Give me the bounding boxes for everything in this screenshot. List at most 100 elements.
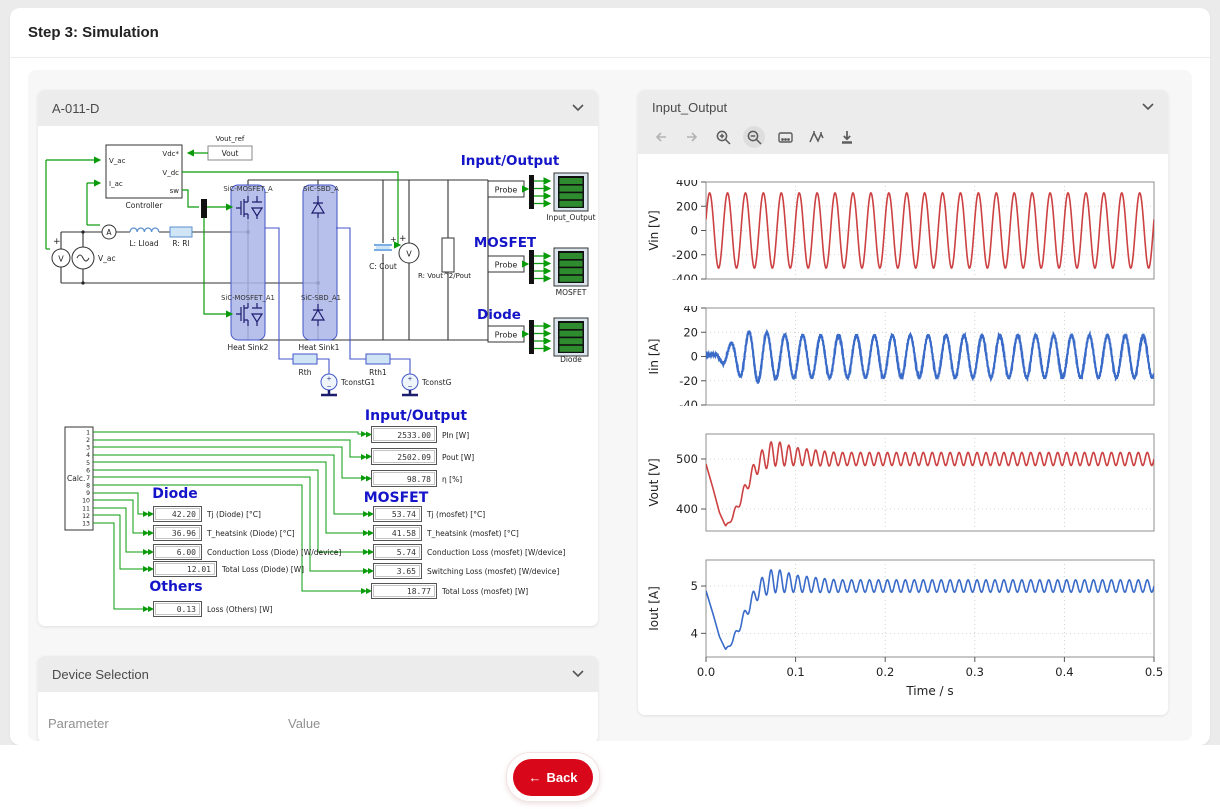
svg-text:4: 4: [691, 626, 698, 640]
svg-text:T_heatsink (mosfet) [°C]: T_heatsink (mosfet) [°C]: [426, 529, 519, 538]
content-area: A-011-D: [28, 70, 1192, 741]
zoom-in-icon[interactable]: [712, 126, 734, 148]
forward-arrow-icon[interactable]: [681, 126, 703, 148]
ac-source: V_ac: [72, 247, 116, 269]
scope-panel: Input_Output 4002000-200-400Vin [V]40200…: [638, 90, 1168, 715]
cap-label: C: Cout: [369, 262, 397, 271]
inductor-symbol: [130, 228, 159, 232]
svg-text:Iout [A]: Iout [A]: [647, 586, 661, 631]
svg-text:V: V: [58, 255, 64, 264]
svg-text:2: 2: [86, 437, 90, 444]
svg-text:8: 8: [86, 483, 90, 490]
gate-splitter: [201, 199, 207, 218]
back-arrow-glyph: ←: [528, 770, 541, 785]
device-selection-header[interactable]: Device Selection: [38, 656, 598, 692]
main-card: Step 3: Simulation A-011-D: [10, 8, 1210, 745]
svg-text:0.4: 0.4: [1055, 665, 1073, 679]
svg-text:98.78: 98.78: [407, 475, 431, 484]
svg-text:9: 9: [86, 490, 90, 497]
svg-text:Probe: Probe: [495, 186, 518, 195]
sense-wires: [46, 153, 400, 314]
zoom-out-icon[interactable]: [743, 126, 765, 148]
schematic-panel: A-011-D: [38, 90, 598, 626]
svg-text:+: +: [399, 234, 407, 244]
rth-label: Rth: [299, 368, 312, 377]
svg-text:Tj (mosfet) [°C]: Tj (mosfet) [°C]: [426, 510, 485, 519]
svg-text:13: 13: [82, 520, 90, 527]
svg-text:−: −: [407, 384, 412, 391]
svg-text:MOSFET: MOSFET: [556, 288, 587, 297]
sbd-a1-label: SiC-SBD_A1: [301, 294, 341, 302]
vout-ref-label: Vout_ref: [216, 135, 245, 143]
svg-text:Diode: Diode: [152, 486, 198, 502]
chevron-down-icon[interactable]: [572, 670, 584, 678]
heat-sink2-label: Heat Sink2: [228, 343, 269, 352]
svg-text:0.3: 0.3: [966, 665, 984, 679]
svg-text:0.0: 0.0: [697, 665, 715, 679]
scope-toolbar: [638, 124, 1168, 154]
back-arrow-icon[interactable]: [650, 126, 672, 148]
chart-vout: 500400Vout [V]: [644, 432, 1168, 537]
svg-text:Input/Output: Input/Output: [365, 408, 468, 424]
schematic-panel-header[interactable]: A-011-D: [38, 90, 598, 126]
column-parameter: Parameter: [48, 716, 288, 731]
signal-trace-icon[interactable]: [805, 126, 827, 148]
svg-text:Others: Others: [149, 579, 202, 595]
svg-text:Input_Output: Input_Output: [546, 213, 595, 222]
back-button-label: Back: [546, 770, 577, 785]
svg-text:12.01: 12.01: [187, 565, 211, 574]
schematic-panel-title: A-011-D: [52, 101, 99, 116]
svg-text:3: 3: [86, 445, 90, 452]
svg-text:+: +: [326, 376, 331, 383]
readout-sections: Input/Output2533.00PIn [W]2502.09Pout [W…: [148, 408, 566, 617]
download-icon[interactable]: [836, 126, 858, 148]
svg-text:Vin [V]: Vin [V]: [647, 210, 661, 250]
svg-text:sw: sw: [170, 187, 180, 195]
svg-text:MOSFET: MOSFET: [474, 235, 537, 251]
node-dot: [81, 230, 84, 233]
rth1-resistor: [366, 354, 390, 364]
svg-text:7: 7: [86, 475, 90, 482]
svg-text:A: A: [106, 228, 112, 237]
svg-text:V: V: [406, 250, 412, 259]
svg-text:200: 200: [676, 199, 698, 213]
controller-label: Controller: [126, 201, 164, 210]
svg-text:0.5: 0.5: [1145, 665, 1163, 679]
svg-text:Switching Loss (mosfet) [W/dev: Switching Loss (mosfet) [W/device]: [427, 567, 559, 576]
device-selection-title: Device Selection: [52, 667, 149, 682]
svg-text:I_ac: I_ac: [109, 180, 123, 188]
device-table-header: Parameter Value: [38, 692, 598, 741]
svg-text:Total Loss (Diode) [W]: Total Loss (Diode) [W]: [221, 565, 304, 574]
svg-text:-400: -400: [672, 272, 698, 280]
svg-text:Vout [V]: Vout [V]: [647, 458, 661, 506]
back-button[interactable]: ← Back: [513, 759, 593, 796]
svg-text:0: 0: [691, 224, 698, 238]
schematic-canvas: V + V_ac A L: [38, 126, 598, 626]
svg-text:Tj (Diode) [°C]: Tj (Diode) [°C]: [206, 510, 261, 519]
chart-iin: 40200-20-40Iin [A]: [644, 306, 1168, 411]
select-region-icon[interactable]: [774, 126, 796, 148]
inductor-label: L: Lload: [129, 239, 159, 248]
mosfet-a1-label: SiC-MOSFET_A1: [221, 294, 275, 302]
chevron-down-icon[interactable]: [1142, 103, 1154, 111]
svg-text:-20: -20: [679, 374, 698, 388]
svg-text:0.13: 0.13: [177, 605, 196, 614]
svg-text:40: 40: [683, 306, 698, 315]
tconstg1-label: TconstG1: [340, 378, 375, 387]
chart-vin: 4002000-200-400Vin [V]: [644, 180, 1168, 285]
footer-bar: ← Back: [0, 745, 1220, 809]
svg-text:42.20: 42.20: [172, 510, 196, 519]
column-value: Value: [288, 716, 320, 731]
svg-text:6: 6: [86, 467, 90, 474]
svg-text:Time / s: Time / s: [905, 684, 953, 698]
chevron-down-icon[interactable]: [572, 104, 584, 112]
svg-text:41.58: 41.58: [392, 529, 416, 538]
svg-text:5: 5: [86, 460, 90, 467]
svg-text:PIn [W]: PIn [W]: [442, 431, 469, 440]
svg-text:Probe: Probe: [495, 331, 518, 340]
svg-text:Conduction Loss (mosfet) [W/de: Conduction Loss (mosfet) [W/device]: [427, 548, 566, 557]
svg-text:2502.09: 2502.09: [397, 453, 431, 462]
svg-text:12: 12: [82, 513, 90, 520]
svg-text:V_ac: V_ac: [98, 254, 116, 263]
scope-panel-header[interactable]: Input_Output: [638, 90, 1168, 124]
